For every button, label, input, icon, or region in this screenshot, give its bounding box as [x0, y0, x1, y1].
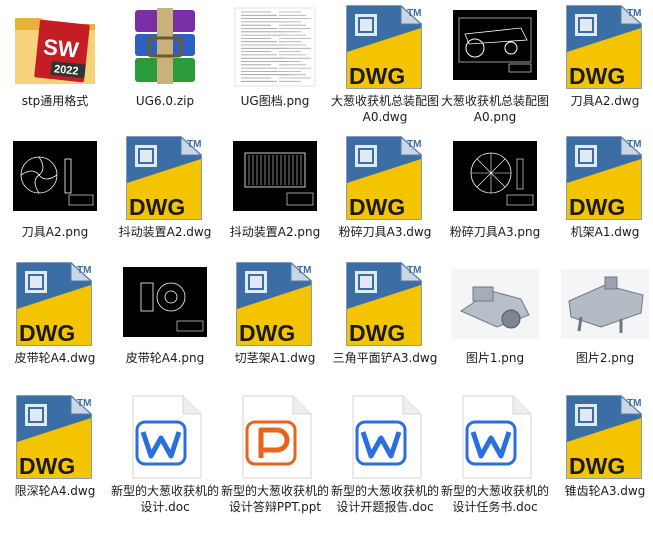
file-name-label: UG6.0.zip — [135, 94, 195, 108]
svg-text:TM: TM — [407, 265, 421, 276]
dwg-label-text: DWG — [349, 320, 405, 346]
file-item-fsA3png[interactable]: 粉碎刀具A3.png — [440, 131, 550, 240]
file-item-qjA1dwg[interactable]: DWG TM 切茎架A1.dwg — [220, 257, 330, 366]
dwg-file-icon: DWG TM — [561, 135, 649, 221]
svg-text:TM: TM — [407, 139, 421, 150]
svg-text:TM: TM — [627, 398, 641, 409]
cad-wheel-thumbnail-icon — [451, 135, 539, 221]
3d-model-thumbnail-icon — [561, 261, 649, 347]
file-item-doc1[interactable]: 新型的大葱收获机的设计.doc — [110, 390, 220, 515]
dwg-file-icon: DWG TM — [341, 261, 429, 347]
file-item-zcA3dwg[interactable]: DWG TM 锥齿轮A3.dwg — [550, 390, 653, 499]
file-name-label: 粉碎刀具A3.png — [449, 225, 541, 239]
wps-writer-doc-icon — [451, 394, 539, 480]
dwg-file-icon: DWG TM — [121, 135, 209, 221]
file-name-label: 切茎架A1.dwg — [234, 351, 316, 365]
dwg-label-text: DWG — [129, 194, 185, 220]
svg-text:TM: TM — [627, 139, 641, 150]
dwg-label-text: DWG — [569, 453, 625, 479]
dwg-label-text: DWG — [349, 63, 405, 89]
file-name-label: 限深轮A4.dwg — [14, 484, 96, 498]
file-name-label: 新型的大葱收获机的设计.doc — [111, 484, 220, 514]
dwg-file-icon: DWG TM — [341, 4, 429, 90]
winrar-archive-icon — [121, 4, 209, 90]
file-name-label: 大葱收获机总装配图A0.png — [441, 94, 550, 124]
dwg-file-icon: DWG TM — [11, 394, 99, 480]
file-name-label: 新型的大葱收获机的设计答辩PPT.ppt — [221, 484, 330, 514]
file-name-label: 粉碎刀具A3.dwg — [338, 225, 432, 239]
dwg-label-text: DWG — [569, 194, 625, 220]
wps-presentation-icon — [231, 394, 319, 480]
cad-assembly-thumbnail-icon — [451, 4, 539, 90]
file-name-label: 三角平面铲A3.dwg — [332, 351, 438, 365]
file-name-label: 机架A1.dwg — [570, 225, 640, 239]
file-item-pdA4png[interactable]: 皮带轮A4.png — [110, 257, 220, 366]
file-item-ugpng[interactable]: UG图档.png — [220, 0, 330, 109]
dwg-file-icon: DWG TM — [231, 261, 319, 347]
dwg-file-icon: DWG TM — [561, 394, 649, 480]
wps-writer-doc-icon — [121, 394, 209, 480]
file-name-label: 抖动装置A2.dwg — [118, 225, 212, 239]
svg-text:TM: TM — [297, 265, 311, 276]
file-name-label: 皮带轮A4.dwg — [14, 351, 96, 365]
file-item-tp2[interactable]: 图片2.png — [550, 257, 653, 366]
svg-text:TM: TM — [187, 139, 201, 150]
dwg-file-icon: DWG TM — [561, 4, 649, 90]
file-name-label: UG图档.png — [240, 94, 310, 108]
cad-pulley-thumbnail-icon — [121, 261, 209, 347]
svg-text:TM: TM — [407, 8, 421, 19]
file-item-doc2[interactable]: 新型的大葱收获机的设计开题报告.doc — [330, 390, 440, 515]
file-item-ug60zip[interactable]: UG6.0.zip — [110, 0, 220, 109]
file-item-djA2dwg[interactable]: DWG TM 刀具A2.dwg — [550, 0, 653, 109]
dwg-label-text: DWG — [569, 63, 625, 89]
dwg-file-icon: DWG TM — [341, 135, 429, 221]
svg-text:SW: SW — [42, 34, 80, 63]
file-item-fsA3dwg[interactable]: DWG TM 粉碎刀具A3.dwg — [330, 131, 440, 240]
3d-model-thumbnail-icon — [451, 261, 539, 347]
file-item-stp[interactable]: SW 2022 stp通用格式 — [0, 0, 110, 109]
svg-text:TM: TM — [77, 265, 91, 276]
file-name-label: 大葱收获机总装配图A0.dwg — [331, 94, 440, 124]
wps-writer-doc-icon — [341, 394, 429, 480]
file-item-doc3[interactable]: 新型的大葱收获机的设计任务书.doc — [440, 390, 550, 515]
svg-text:2022: 2022 — [53, 63, 79, 77]
file-name-label: 图片1.png — [465, 351, 525, 365]
dwg-label-text: DWG — [349, 194, 405, 220]
file-name-label: 新型的大葱收获机的设计任务书.doc — [441, 484, 550, 514]
file-item-xsA4dwg[interactable]: DWG TM 限深轮A4.dwg — [0, 390, 110, 499]
dwg-file-icon: DWG TM — [11, 261, 99, 347]
file-item-jjA1dwg[interactable]: DWG TM 机架A1.dwg — [550, 131, 653, 240]
file-name-label: 图片2.png — [575, 351, 635, 365]
solidworks-folder-icon: SW 2022 — [11, 4, 99, 90]
file-item-dzA0dwg[interactable]: DWG TM 大葱收获机总装配图A0.dwg — [330, 0, 440, 125]
file-item-djA2png[interactable]: 刀具A2.png — [0, 131, 110, 240]
file-item-tp1[interactable]: 图片1.png — [440, 257, 550, 366]
file-name-label: 抖动装置A2.png — [229, 225, 321, 239]
document-thumbnail-icon — [231, 4, 319, 90]
file-item-ddA2dwg[interactable]: DWG TM 抖动装置A2.dwg — [110, 131, 220, 240]
dwg-label-text: DWG — [239, 320, 295, 346]
dwg-label-text: DWG — [19, 453, 75, 479]
file-name-label: 皮带轮A4.png — [125, 351, 205, 365]
svg-text:TM: TM — [627, 8, 641, 19]
cad-blade-thumbnail-icon — [11, 135, 99, 221]
file-name-label: stp通用格式 — [21, 94, 89, 108]
cad-grid-thumbnail-icon — [231, 135, 319, 221]
file-item-ddA2png[interactable]: 抖动装置A2.png — [220, 131, 330, 240]
file-item-sjA3dwg[interactable]: DWG TM 三角平面铲A3.dwg — [330, 257, 440, 366]
file-item-dzA0png[interactable]: 大葱收获机总装配图A0.png — [440, 0, 550, 125]
file-name-label: 锥齿轮A3.dwg — [564, 484, 646, 498]
dwg-label-text: DWG — [19, 320, 75, 346]
file-item-ppt1[interactable]: 新型的大葱收获机的设计答辩PPT.ppt — [220, 390, 330, 515]
file-item-pdA4dwg[interactable]: DWG TM 皮带轮A4.dwg — [0, 257, 110, 366]
file-name-label: 新型的大葱收获机的设计开题报告.doc — [331, 484, 440, 514]
file-explorer-grid: SW 2022 stp通用格式 UG6.0.zip UG图档.png DWG TM… — [0, 0, 653, 543]
file-name-label: 刀具A2.png — [21, 225, 89, 239]
file-name-label: 刀具A2.dwg — [570, 94, 640, 108]
svg-text:TM: TM — [77, 398, 91, 409]
